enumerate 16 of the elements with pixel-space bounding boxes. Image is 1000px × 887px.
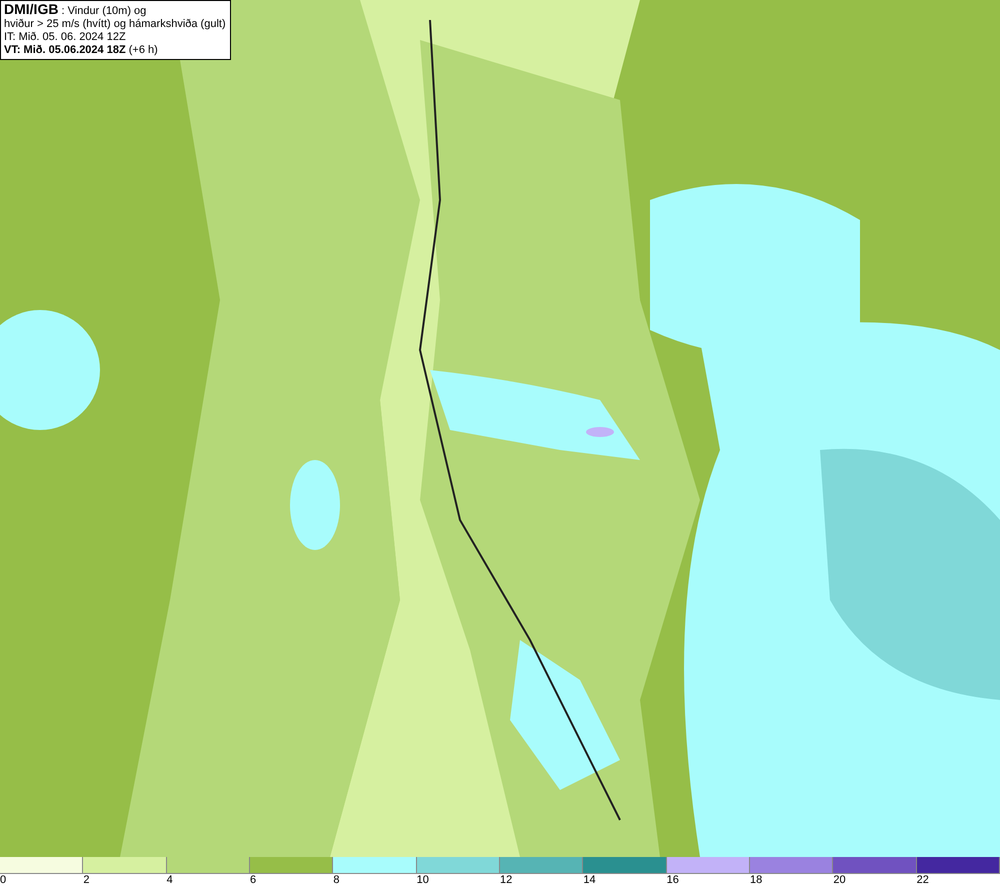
info-text: VT: Mið. 05.06.2024 18Z (+6 h) <box>4 44 159 57</box>
legend-label: 4 <box>166 874 173 887</box>
legend-label: 14 <box>583 874 596 887</box>
info-text: hviður > 25 m/s (hvítt) og hámarkshviða (gult) <box>4 18 226 31</box>
legend-label: 2 <box>83 874 90 887</box>
legend-label: 8 <box>333 874 340 887</box>
info-text: DMI/IGB : Vindur (10m) og <box>4 3 148 18</box>
legend-label: 0 <box>0 874 6 887</box>
info-text: IT: Mið. 05. 06. 2024 12Z <box>4 31 127 44</box>
legend-label: 12 <box>500 874 512 887</box>
legend-label: 10 <box>416 874 429 887</box>
legend-label: 20 <box>833 874 846 887</box>
legend-label: 18 <box>750 874 762 887</box>
legend-label: 22 <box>916 874 929 887</box>
legend-label: 16 <box>666 874 679 887</box>
legend-label: 6 <box>250 874 256 887</box>
